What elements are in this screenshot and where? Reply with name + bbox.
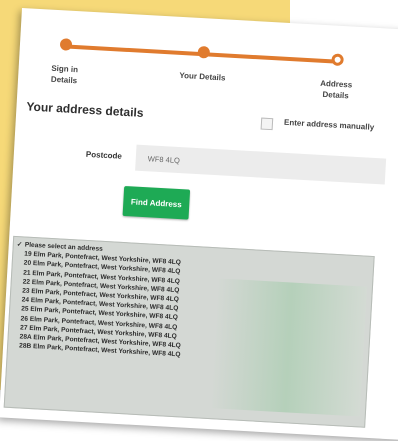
enter-manually-checkbox[interactable] — [260, 117, 274, 131]
postcode-input[interactable] — [135, 144, 387, 185]
enter-manually-label[interactable]: Enter address manually — [284, 118, 375, 132]
step-dot-address-details — [331, 53, 344, 67]
step-label-sign-in: Sign in Details — [50, 63, 79, 85]
postcode-label: Postcode — [85, 149, 123, 161]
step-dot-sign-in — [59, 38, 73, 51]
step-label-address-details: Address Details — [319, 78, 353, 101]
progress-stepper: Sign in Details Your Details Address Det… — [51, 34, 360, 111]
step-label-your-details: Your Details — [179, 70, 226, 83]
find-address-button[interactable]: Find Address — [122, 185, 191, 220]
address-form-card: Sign in Details Your Details Address Det… — [0, 8, 398, 441]
section-title: Your address details — [26, 99, 144, 120]
step-dot-your-details — [197, 45, 211, 59]
address-select-dropdown[interactable]: ✓ Please select an address 19 Elm Park, Po… — [3, 235, 375, 428]
address-options-list: ✓ Please select an address 19 Elm Park, Po… — [8, 237, 264, 364]
